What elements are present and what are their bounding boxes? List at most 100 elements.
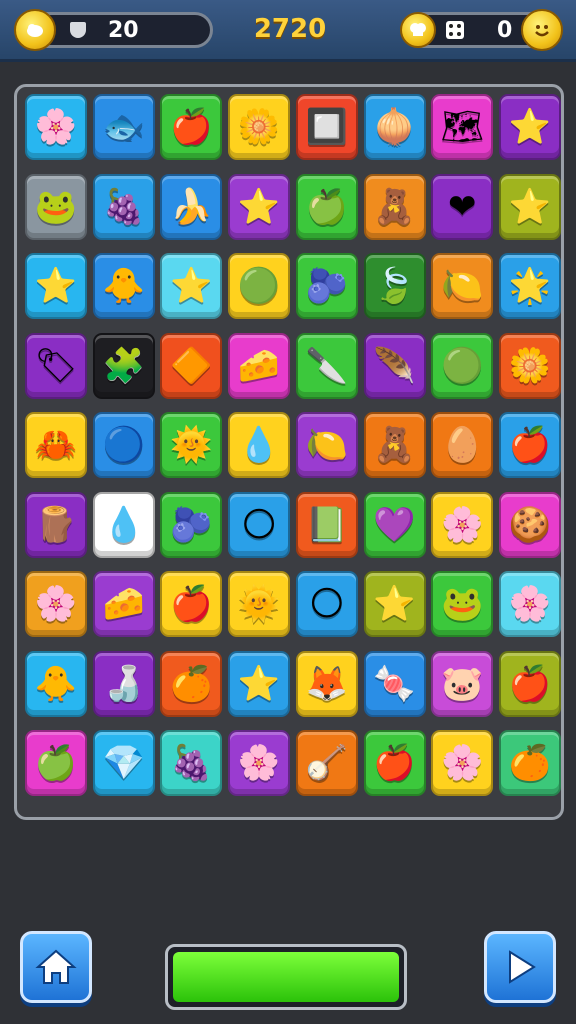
game-tile[interactable]: 🍋 <box>295 412 358 478</box>
game-tile[interactable]: 🍏 <box>295 173 358 240</box>
game-tile[interactable]: 🌼 <box>498 332 561 399</box>
tile-icon: ⭐ <box>373 584 416 624</box>
game-tile[interactable]: 🪕 <box>295 730 358 796</box>
game-tile[interactable]: 🍏 <box>25 730 87 796</box>
progress-fill <box>173 952 399 1002</box>
game-tile[interactable]: 🍊 <box>498 730 561 796</box>
game-tile[interactable]: 🌸 <box>431 730 494 796</box>
tile-icon: ⭐ <box>508 107 552 147</box>
game-tile[interactable]: 🍊 <box>160 650 223 717</box>
tile-icon: 🌸 <box>508 584 552 624</box>
game-tile[interactable]: 🌸 <box>431 491 494 558</box>
game-tile[interactable]: 🔵 <box>92 412 155 478</box>
game-tile[interactable]: 🍃 <box>363 253 426 319</box>
game-tile[interactable]: ⭐ <box>498 173 561 240</box>
game-tile[interactable]: 🐷 <box>431 650 494 717</box>
game-tile[interactable]: 🟢 <box>228 253 291 319</box>
game-tile[interactable]: 🍎 <box>498 650 561 717</box>
game-tile[interactable]: 🌞 <box>160 412 223 478</box>
game-tile[interactable]: 🧸 <box>363 173 426 240</box>
game-tile[interactable]: 🧩 <box>92 332 155 399</box>
game-tile[interactable]: 🫐 <box>295 253 358 319</box>
game-tile[interactable]: 🧅 <box>363 94 426 160</box>
game-tile[interactable]: 🦊 <box>295 650 358 717</box>
game-tile[interactable]: 🐸 <box>431 571 494 637</box>
game-tile[interactable]: 🌕 <box>295 571 358 637</box>
game-tile[interactable]: 🍎 <box>160 94 223 160</box>
game-tile[interactable]: 🦀 <box>25 412 87 478</box>
game-tile[interactable]: 🥚 <box>431 412 494 478</box>
tile-icon: 🔶 <box>170 345 213 386</box>
tile-icon: 🫐 <box>170 504 213 545</box>
tile-icon: 🍏 <box>34 743 78 783</box>
game-tile[interactable]: ⭐ <box>25 253 87 319</box>
tile-icon: ⭐ <box>237 663 281 704</box>
game-tile[interactable]: 🌞 <box>228 571 291 637</box>
game-tile[interactable]: 🌕 <box>228 491 291 558</box>
game-tile[interactable]: 🫐 <box>160 491 223 558</box>
game-tile[interactable]: 🔲 <box>295 94 358 160</box>
game-tile[interactable]: 🍋 <box>431 253 494 319</box>
tile-icon: 📗 <box>305 504 348 545</box>
game-tile[interactable]: 🍬 <box>363 650 426 717</box>
game-tile[interactable]: 🔪 <box>295 332 358 399</box>
game-tile[interactable]: 💎 <box>92 730 155 796</box>
tile-icon: 🍌 <box>170 186 213 227</box>
game-tile[interactable]: ⭐ <box>498 94 561 160</box>
tile-icon: 💎 <box>102 743 145 783</box>
game-tile[interactable]: ⭐ <box>363 571 426 637</box>
tile-icon: 🐥 <box>102 266 145 306</box>
home-button[interactable] <box>20 931 92 1003</box>
tile-icon: 💧 <box>237 425 281 465</box>
game-tile[interactable]: 🧸 <box>363 412 426 478</box>
game-tile[interactable]: 🧀 <box>92 571 155 637</box>
game-tile[interactable]: 🐥 <box>92 253 155 319</box>
game-tile[interactable]: 🌸 <box>25 94 87 160</box>
game-tile[interactable]: 🌼 <box>228 94 291 160</box>
game-tile[interactable]: 🌸 <box>25 571 87 637</box>
tile-icon: 🦊 <box>305 663 348 704</box>
tile-icon: 🧸 <box>373 425 416 465</box>
game-tile[interactable]: 🍶 <box>92 650 155 717</box>
game-tile[interactable]: 💧 <box>92 491 155 558</box>
tile-icon: 🌸 <box>237 743 281 783</box>
home-icon <box>35 949 77 984</box>
tile-icon: 🍎 <box>508 425 552 465</box>
tile-icon: 🟢 <box>237 266 281 306</box>
game-tile[interactable]: ⭐ <box>160 253 223 319</box>
game-tile[interactable]: 🍎 <box>498 412 561 478</box>
tile-icon: 🪵 <box>34 504 78 545</box>
smiley-coin-icon <box>521 9 563 51</box>
game-tile[interactable]: ⭐ <box>228 173 291 240</box>
tile-icon: ⭐ <box>34 266 78 306</box>
game-tile[interactable]: 🍎 <box>160 571 223 637</box>
game-tile[interactable]: 🐥 <box>25 650 87 717</box>
game-tile[interactable]: 🟢 <box>431 332 494 399</box>
game-tile[interactable]: ⭐ <box>228 650 291 717</box>
game-tile[interactable]: 🍌 <box>160 173 223 240</box>
game-tile[interactable]: 🍎 <box>363 730 426 796</box>
game-tile[interactable]: 📗 <box>295 491 358 558</box>
game-tile[interactable]: ❤ <box>431 173 494 240</box>
game-tile[interactable]: 💧 <box>228 412 291 478</box>
play-button[interactable] <box>484 931 556 1003</box>
game-tile[interactable]: 🌸 <box>498 571 561 637</box>
game-tile[interactable]: 🐟 <box>92 94 155 160</box>
game-tile[interactable]: 🍇 <box>92 173 155 240</box>
game-tile[interactable]: 🗺 <box>431 94 494 160</box>
game-tile[interactable]: 🪵 <box>25 491 87 558</box>
game-tile[interactable]: 🐸 <box>25 173 87 240</box>
game-tile[interactable]: 🌟 <box>498 253 561 319</box>
tile-icon: 🐥 <box>34 663 78 704</box>
game-tile[interactable]: 🪶 <box>363 332 426 399</box>
game-tile[interactable]: 🍪 <box>498 491 561 558</box>
game-tile[interactable]: 🌸 <box>228 730 291 796</box>
tile-icon: 🗺 <box>440 107 484 147</box>
game-tile[interactable]: 🍇 <box>160 730 223 796</box>
game-tile[interactable]: 🔶 <box>160 332 223 399</box>
tile-icon: 🧀 <box>237 345 281 386</box>
tile-icon: 🍃 <box>373 266 416 306</box>
game-tile[interactable]: 🏷 <box>25 332 87 399</box>
game-tile[interactable]: 🧀 <box>228 332 291 399</box>
game-tile[interactable]: 💜 <box>363 491 426 558</box>
